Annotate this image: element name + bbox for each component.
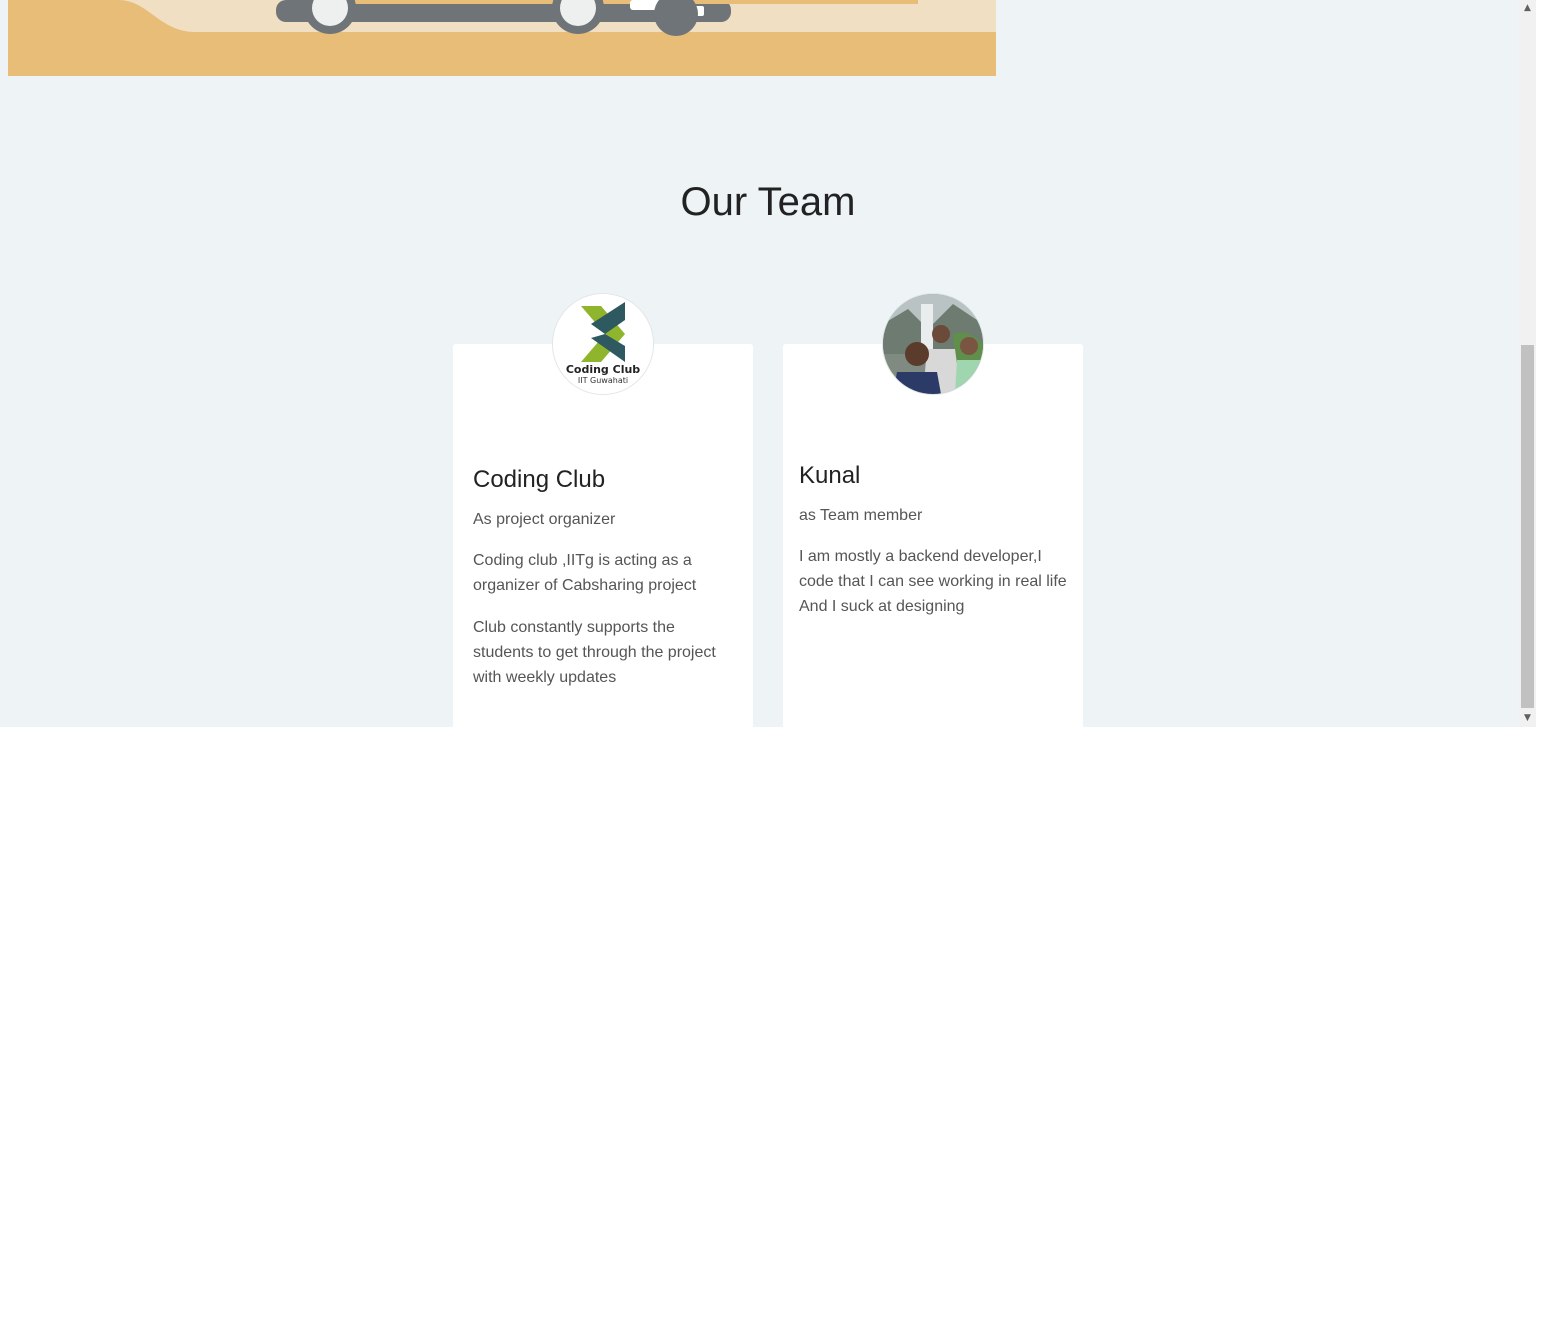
logo-subtext: IIT Guwahati: [578, 376, 628, 385]
team-card: Kunal as Team member I am mostly a backe…: [783, 344, 1083, 727]
chevron-down-icon[interactable]: ▼: [1519, 710, 1536, 727]
vertical-scrollbar[interactable]: ▲ ▼: [1519, 0, 1536, 727]
team-card: Coding Club As project organizer Coding …: [453, 344, 753, 727]
car-illustration: [8, 0, 996, 76]
section-title: Our Team: [680, 180, 856, 224]
member-role: As project organizer: [473, 511, 616, 528]
member-role: as Team member: [799, 507, 923, 524]
page-viewport: Our Team Coding Club As project organize…: [0, 0, 1536, 727]
coding-club-avatar: Coding Club IIT Guwahati: [553, 294, 653, 394]
hero-illustration: [8, 0, 996, 76]
logo-text: Coding Club: [566, 363, 640, 376]
group-photo: [883, 294, 983, 394]
member-description: I am mostly a backend developer,I code t…: [799, 548, 1067, 615]
member-photo: [883, 294, 983, 394]
scrollbar-thumb[interactable]: [1521, 345, 1534, 708]
member-name: Kunal: [799, 462, 861, 489]
member-name: Coding Club: [473, 466, 606, 493]
chevron-up-icon[interactable]: ▲: [1519, 0, 1536, 17]
member-description: Coding club ,IITg is acting as a organiz…: [473, 552, 697, 594]
member-description: Club constantly supports the students to…: [473, 619, 716, 686]
coding-club-logo: Coding Club IIT Guwahati: [553, 294, 653, 394]
